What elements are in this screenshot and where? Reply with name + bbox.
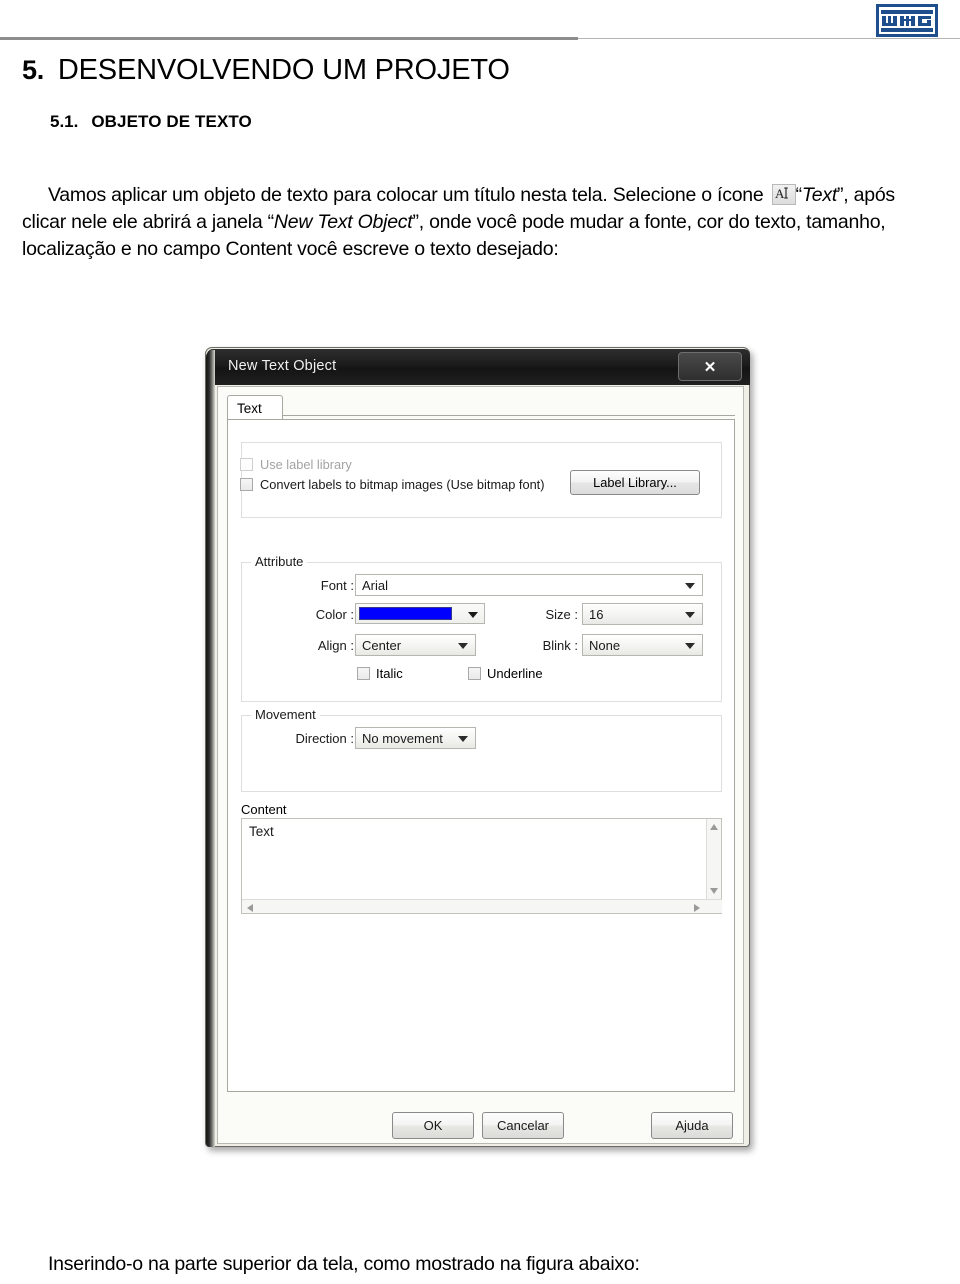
help-button[interactable]: Ajuda bbox=[651, 1112, 733, 1139]
header-rule-left bbox=[0, 37, 578, 40]
color-label: Color : bbox=[315, 607, 354, 622]
text-tool-icon: A bbox=[771, 183, 796, 205]
convert-labels-label: Convert labels to bitmap images (Use bit… bbox=[260, 477, 545, 492]
close-icon[interactable]: ✕ bbox=[678, 352, 742, 381]
tab-text[interactable]: Text bbox=[227, 395, 283, 420]
blink-combobox[interactable]: None bbox=[582, 634, 703, 656]
dialog-left-frame-band bbox=[206, 350, 215, 1147]
direction-combobox[interactable]: No movement bbox=[355, 727, 476, 749]
direction-value: No movement bbox=[362, 730, 443, 746]
font-combobox[interactable]: Arial bbox=[355, 574, 703, 596]
content-horizontal-scrollbar[interactable] bbox=[242, 899, 722, 913]
weg-logo bbox=[876, 4, 938, 37]
use-label-library-row[interactable]: Use label library bbox=[240, 457, 352, 472]
section-number: 5. bbox=[22, 55, 44, 85]
dialog-title: New Text Object bbox=[228, 358, 337, 374]
underline-checkbox[interactable] bbox=[468, 667, 481, 680]
tab-panel-text: Use label library Convert labels to bitm… bbox=[227, 419, 735, 1092]
chevron-down-icon bbox=[458, 736, 468, 742]
chevron-down-icon bbox=[458, 643, 468, 649]
page-header bbox=[0, 0, 960, 46]
dialog-button-bar: OK Cancelar Ajuda bbox=[217, 1108, 744, 1144]
italic-row[interactable]: Italic bbox=[357, 666, 403, 681]
use-label-library-checkbox[interactable] bbox=[240, 458, 253, 471]
font-label: Font : bbox=[320, 578, 354, 593]
content-label: Content bbox=[241, 802, 287, 817]
chevron-down-icon bbox=[685, 643, 695, 649]
blink-value: None bbox=[589, 637, 621, 653]
movement-group-legend: Movement bbox=[251, 707, 320, 722]
underline-label: Underline bbox=[487, 666, 543, 681]
subsection-number: 5.1. bbox=[50, 112, 79, 131]
subsection-heading: 5.1. OBJETO DE TEXTO bbox=[50, 112, 252, 132]
use-label-library-label: Use label library bbox=[260, 457, 352, 472]
color-picker[interactable] bbox=[355, 603, 485, 624]
size-combobox[interactable]: 16 bbox=[582, 603, 703, 625]
align-value: Center bbox=[362, 637, 402, 653]
convert-labels-checkbox[interactable] bbox=[240, 478, 253, 491]
chevron-down-icon bbox=[468, 612, 478, 618]
scroll-left-icon[interactable] bbox=[247, 904, 253, 912]
svg-text:A: A bbox=[775, 186, 785, 201]
content-vertical-scrollbar[interactable] bbox=[706, 819, 721, 899]
weg-logo-mark bbox=[881, 9, 933, 32]
tab-strip: Text bbox=[227, 395, 735, 420]
scroll-down-icon[interactable] bbox=[710, 888, 718, 894]
underline-row[interactable]: Underline bbox=[468, 666, 543, 681]
paragraph-em-new-text-object: New Text Object bbox=[273, 210, 413, 233]
section-heading: 5. DESENVOLVENDO UM PROJETO bbox=[22, 54, 510, 87]
chevron-down-icon bbox=[685, 583, 695, 589]
italic-checkbox[interactable] bbox=[357, 667, 370, 680]
dialog-titlebar[interactable]: New Text Object ✕ bbox=[207, 349, 750, 385]
dialog-frame: New Text Object ✕ Text Use label library… bbox=[205, 347, 750, 1147]
color-swatch bbox=[359, 607, 452, 620]
cancel-button[interactable]: Cancelar bbox=[482, 1112, 564, 1139]
size-label: Size : bbox=[545, 607, 578, 622]
subsection-title: OBJETO DE TEXTO bbox=[91, 112, 252, 131]
size-value: 16 bbox=[589, 606, 604, 622]
align-combobox[interactable]: Center bbox=[355, 634, 476, 656]
font-value: Arial bbox=[362, 577, 389, 593]
align-label: Align : bbox=[317, 638, 354, 653]
content-textarea[interactable]: Text bbox=[241, 818, 722, 914]
chevron-down-icon bbox=[685, 612, 695, 618]
direction-label: Direction : bbox=[295, 731, 354, 746]
blink-label: Blink : bbox=[542, 638, 578, 653]
new-text-object-dialog: New Text Object ✕ Text Use label library… bbox=[205, 347, 756, 1155]
scroll-up-icon[interactable] bbox=[710, 824, 718, 830]
header-rule-right bbox=[578, 38, 960, 39]
attribute-group-legend: Attribute bbox=[251, 554, 308, 569]
figure-caption: Inserindo-o na parte superior da tela, c… bbox=[48, 1253, 640, 1275]
dialog-client-area: Text Use label library Convert labels to… bbox=[217, 386, 744, 1144]
paragraph-em-text: Text bbox=[801, 183, 838, 206]
convert-labels-row[interactable]: Convert labels to bitmap images (Use bit… bbox=[240, 477, 545, 492]
movement-group: Movement Direction : No movement bbox=[241, 707, 722, 792]
attribute-group: Attribute Font : Arial Color : Size : 16 bbox=[241, 554, 722, 702]
scroll-right-icon[interactable] bbox=[694, 904, 700, 912]
ok-button[interactable]: OK bbox=[392, 1112, 474, 1139]
paragraph-part-1: Vamos aplicar um objeto de texto para co… bbox=[48, 183, 769, 206]
label-library-button[interactable]: Label Library... bbox=[570, 470, 700, 495]
body-paragraph: Vamos aplicar um objeto de texto para co… bbox=[22, 182, 928, 263]
italic-label: Italic bbox=[376, 666, 403, 681]
content-value: Text bbox=[249, 824, 274, 839]
section-title: DESENVOLVENDO UM PROJETO bbox=[57, 54, 510, 86]
